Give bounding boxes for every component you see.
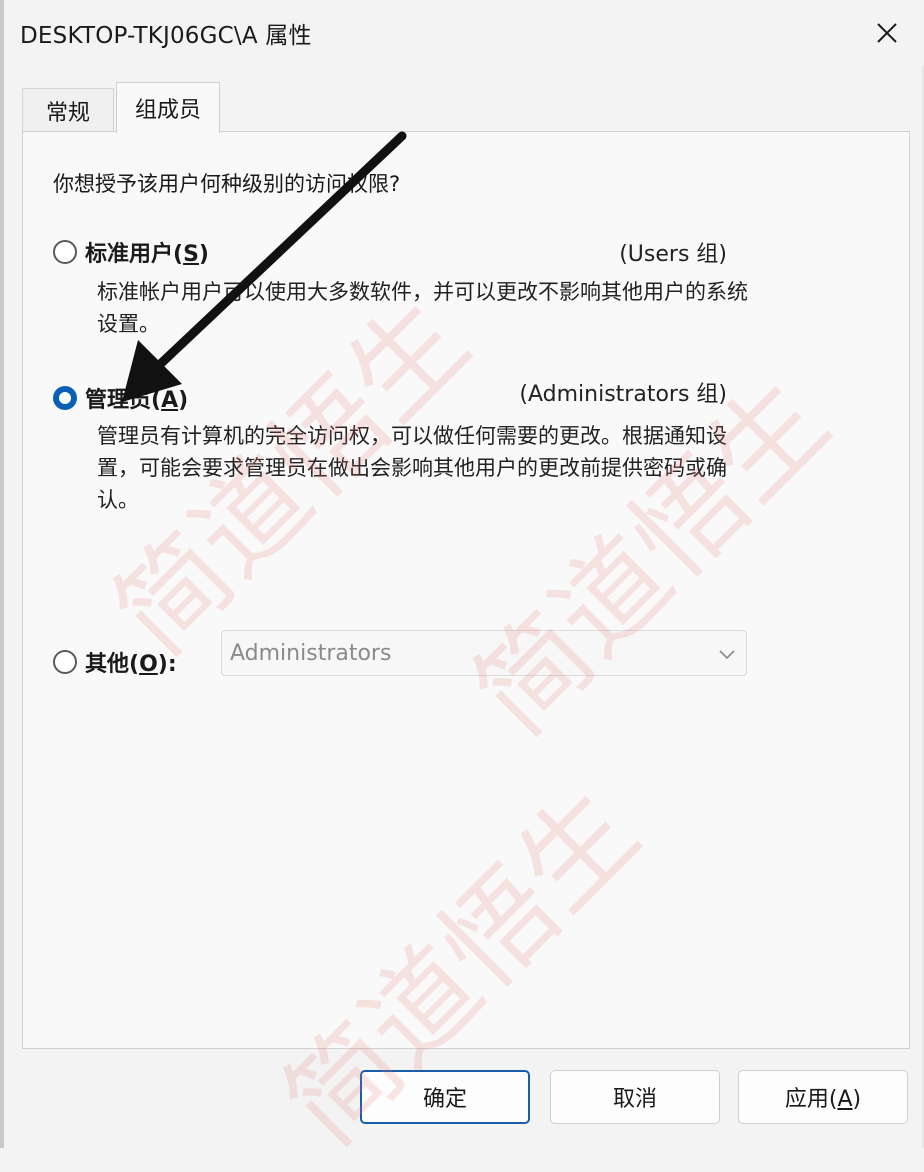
other-group-select-value: Administrators — [230, 640, 392, 666]
title-bar[interactable]: DESKTOP-TKJ06GC\A 属性 — [4, 0, 924, 66]
radio-standard-user-circle[interactable] — [53, 240, 77, 264]
radio-other[interactable]: 其他(O): — [53, 646, 177, 678]
ok-button[interactable]: 确定 — [360, 1070, 530, 1124]
access-level-question: 你想授予该用户何种级别的访问权限? — [53, 172, 401, 196]
apply-button-label: 应用(A) — [784, 1087, 862, 1112]
administrator-description: 管理员有计算机的完全访问权，可以做任何需要的更改。根据通知设置，可能会要求管理员… — [97, 424, 727, 512]
radio-standard-user[interactable]: 标准用户(S) — [53, 236, 209, 268]
cancel-button-label: 取消 — [612, 1087, 657, 1112]
standard-user-description: 标准帐户用户可以使用大多数软件，并可以更改不影响其他用户的系统设置。 — [97, 280, 748, 336]
radio-other-circle[interactable] — [53, 650, 77, 674]
radio-standard-user-label: 标准用户(S) — [85, 242, 209, 267]
close-button[interactable] — [850, 0, 924, 66]
ok-button-label: 确定 — [422, 1087, 467, 1112]
tab-general-label: 常规 — [45, 100, 90, 126]
other-group-select[interactable]: Administrators — [221, 630, 747, 676]
chevron-down-icon — [719, 650, 735, 660]
properties-dialog: DESKTOP-TKJ06GC\A 属性 常规 组成员 你想授予该用户何种级别的… — [0, 0, 924, 1168]
radio-administrator[interactable]: 管理员(A) — [53, 382, 188, 414]
radio-other-label: 其他(O): — [85, 652, 177, 677]
window-title: DESKTOP-TKJ06GC\A 属性 — [20, 23, 312, 49]
apply-button[interactable]: 应用(A) — [738, 1070, 908, 1124]
tab-strip: 常规 组成员 — [22, 82, 912, 133]
administrators-group-tag: (Administrators 组) — [519, 382, 727, 407]
tab-member-of-label: 组成员 — [134, 98, 201, 123]
close-icon — [877, 23, 897, 43]
cancel-button[interactable]: 取消 — [550, 1070, 720, 1124]
tab-panel: 你想授予该用户何种级别的访问权限? 标准用户(S) (Users 组) 标准帐户… — [22, 131, 910, 1049]
users-group-tag: (Users 组) — [619, 242, 727, 267]
tab-member-of[interactable]: 组成员 — [116, 82, 220, 133]
radio-administrator-label: 管理员(A) — [85, 388, 189, 413]
radio-administrator-circle[interactable] — [53, 386, 77, 410]
tab-general[interactable]: 常规 — [22, 88, 114, 132]
